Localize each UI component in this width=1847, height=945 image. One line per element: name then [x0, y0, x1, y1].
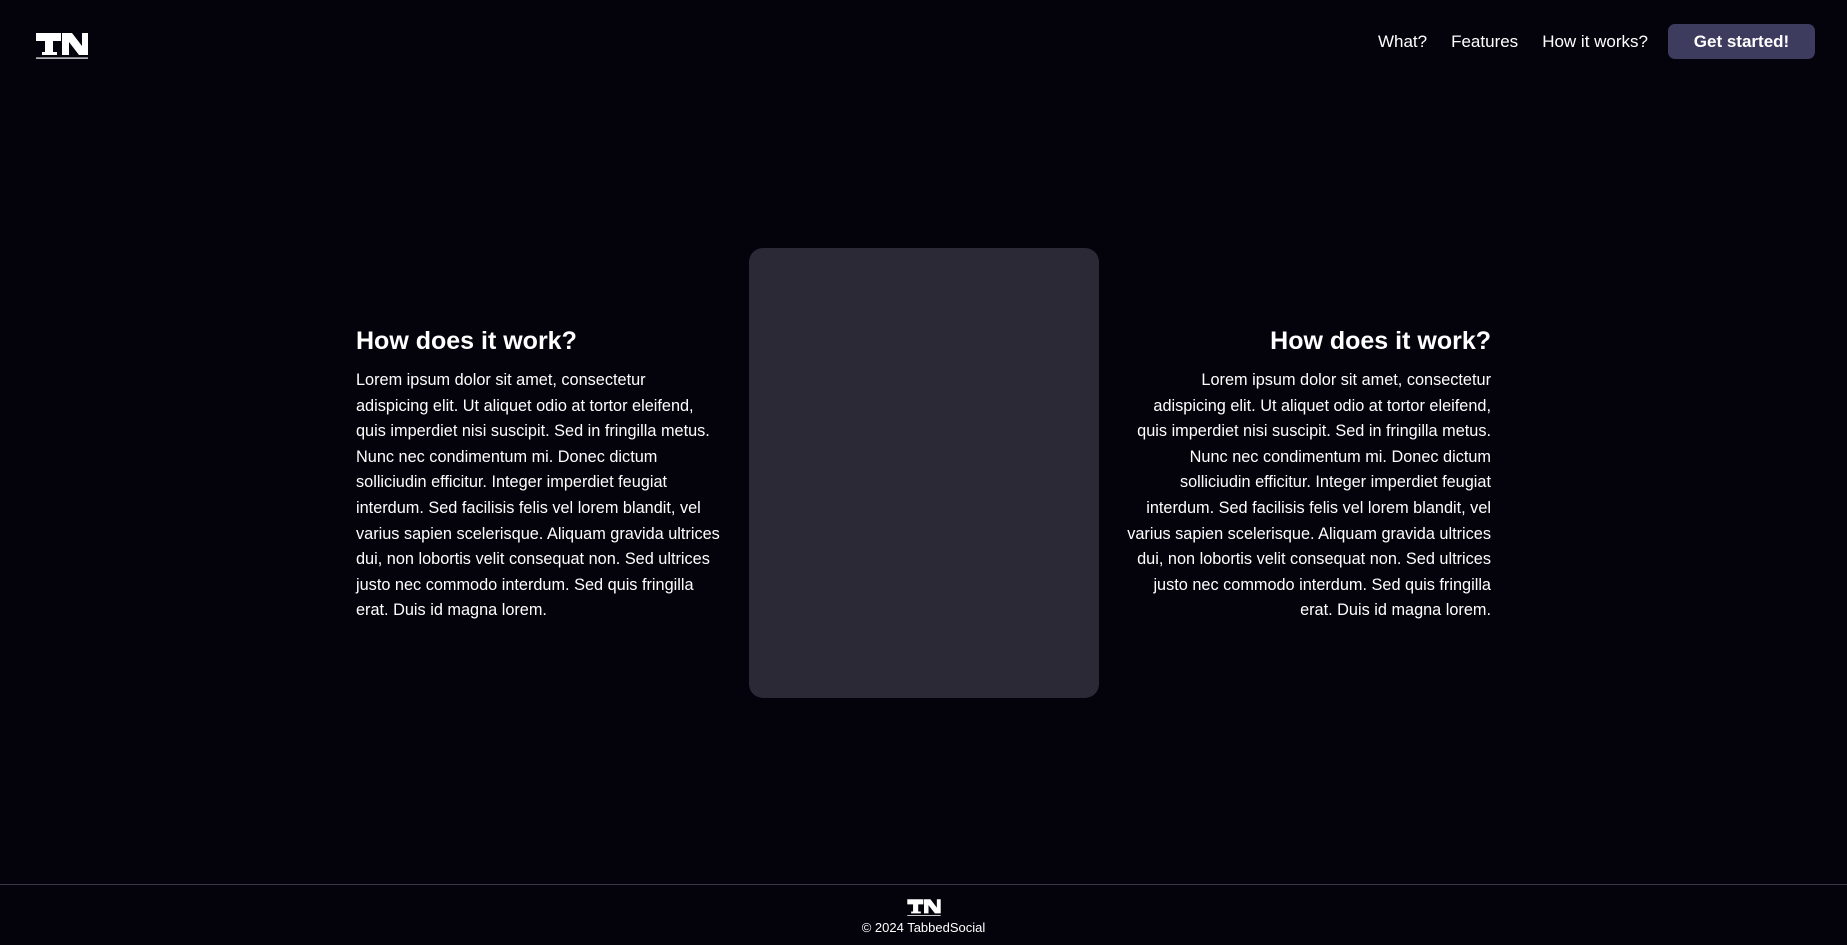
footer-logo-graphic	[907, 899, 941, 916]
media-placeholder-card	[749, 248, 1099, 698]
page: What? Features How it works? Get started…	[0, 0, 1847, 945]
site-footer: © 2024 TabbedSocial	[0, 884, 1847, 945]
section-body: Lorem ipsum dolor sit amet, consectetur …	[356, 371, 720, 620]
nav-link-what[interactable]: What?	[1378, 32, 1427, 52]
ts-logo-icon[interactable]	[34, 30, 90, 60]
how-it-works-right: How does it work? Lorem ipsum dolor sit …	[1125, 326, 1491, 624]
main-nav: What? Features How it works? Get started…	[1378, 24, 1815, 59]
get-started-button[interactable]: Get started!	[1668, 24, 1815, 59]
site-header: What? Features How it works? Get started…	[0, 0, 1847, 84]
nav-link-features[interactable]: Features	[1451, 32, 1518, 52]
copyright-text: © 2024 TabbedSocial	[861, 920, 986, 935]
ts-logo-icon[interactable]	[906, 897, 942, 917]
ts-logo-graphic	[36, 33, 88, 59]
nav-link-how-it-works[interactable]: How it works?	[1542, 32, 1648, 52]
how-it-works-left: How does it work? Lorem ipsum dolor sit …	[356, 326, 722, 624]
section-title: How does it work?	[1270, 327, 1491, 355]
section-title: How does it work?	[356, 327, 577, 355]
section-body: Lorem ipsum dolor sit amet, consectetur …	[1127, 371, 1491, 620]
